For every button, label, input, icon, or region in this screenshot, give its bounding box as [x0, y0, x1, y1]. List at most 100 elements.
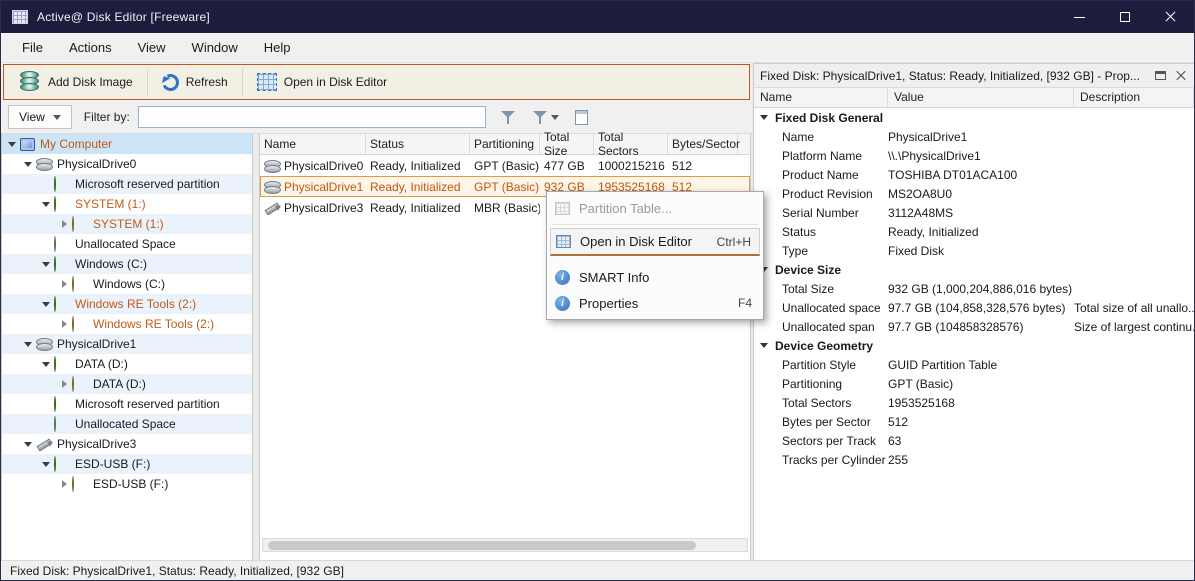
prop-row[interactable]: Unallocated span97.7 GB (104858328576)Si… — [754, 317, 1194, 336]
window-controls — [1056, 1, 1194, 33]
view-dropdown[interactable]: View — [8, 105, 72, 129]
menu-file[interactable]: File — [9, 35, 56, 60]
prop-column-value[interactable]: Value — [888, 88, 1074, 107]
prop-column-name[interactable]: Name — [754, 88, 888, 107]
prop-row[interactable]: Unallocated space97.7 GB (104,858,328,57… — [754, 298, 1194, 317]
partition-icon — [54, 256, 56, 272]
volume-icon — [72, 376, 74, 392]
expander-closed-icon[interactable] — [58, 478, 70, 490]
expander-open-icon[interactable] — [40, 458, 52, 470]
minimize-button[interactable] — [1056, 1, 1102, 33]
close-panel-button[interactable] — [1174, 69, 1188, 83]
tree-item-data-d[interactable]: DATA (D:) — [2, 354, 252, 374]
column-header-status[interactable]: Status — [366, 134, 470, 154]
horizontal-scrollbar[interactable] — [262, 538, 748, 552]
tree-item-my-computer[interactable]: My Computer — [2, 134, 252, 154]
expander-closed-icon[interactable] — [58, 318, 70, 330]
context-menu-smart-info[interactable]: SMART Info — [550, 264, 760, 290]
prop-row[interactable]: Tracks per Cylinder255 — [754, 450, 1194, 469]
close-button[interactable] — [1148, 1, 1194, 33]
tree-item-windows-re-volume[interactable]: Windows RE Tools (2:) — [2, 314, 252, 334]
expander-open-icon[interactable] — [22, 438, 34, 450]
tree-item-msr-partition[interactable]: Microsoft reserved partition — [2, 174, 252, 194]
add-disk-image-button[interactable]: Add Disk Image — [10, 68, 142, 96]
float-panel-icon[interactable] — [1155, 71, 1166, 80]
prop-row[interactable]: NamePhysicalDrive1 — [754, 127, 1194, 146]
expander-open-icon[interactable] — [22, 158, 34, 170]
horizontal-scrollbar-thumb[interactable] — [268, 541, 696, 550]
filter-options-icon — [532, 109, 548, 125]
prop-row[interactable]: StatusReady, Initialized — [754, 222, 1194, 241]
collapse-icon[interactable] — [760, 115, 768, 120]
toolbar-separator — [147, 69, 148, 95]
prop-row[interactable]: Sectors per Track63 — [754, 431, 1194, 450]
prop-group-fixed-disk-general[interactable]: Fixed Disk General — [754, 108, 1194, 127]
tree-item-physicaldrive1[interactable]: PhysicalDrive1 — [2, 334, 252, 354]
expander-open-icon[interactable] — [40, 258, 52, 270]
column-header-bytes-sector[interactable]: Bytes/Sector — [668, 134, 738, 154]
refresh-button[interactable]: Refresh — [153, 71, 237, 94]
expander-closed-icon[interactable] — [58, 378, 70, 390]
tree-item-unallocated-2[interactable]: Unallocated Space — [2, 414, 252, 434]
context-menu-open-in-disk-editor[interactable]: Open in Disk Editor Ctrl+H — [550, 228, 760, 256]
expander-open-icon[interactable] — [40, 198, 52, 210]
table-row-physicaldrive0[interactable]: PhysicalDrive0 Ready, Initialized GPT (B… — [260, 155, 750, 176]
tree-item-esd-usb[interactable]: ESD-USB (F:) — [2, 454, 252, 474]
expander-placeholder — [40, 178, 52, 190]
chevron-down-icon — [53, 115, 61, 120]
prop-row[interactable]: Serial Number3112A48MS — [754, 203, 1194, 222]
prop-row[interactable]: Product NameTOSHIBA DT01ACA100 — [754, 165, 1194, 184]
column-header-partitioning[interactable]: Partitioning — [470, 134, 540, 154]
prop-row[interactable]: Platform Name\\.\PhysicalDrive1 — [754, 146, 1194, 165]
tree-item-system[interactable]: SYSTEM (1:) — [2, 194, 252, 214]
filter-funnel-icon[interactable] — [500, 109, 516, 125]
expander-closed-icon[interactable] — [58, 218, 70, 230]
maximize-button[interactable] — [1102, 1, 1148, 33]
tree-item-windows-c-volume[interactable]: Windows (C:) — [2, 274, 252, 294]
column-header-total-sectors[interactable]: Total Sectors — [594, 134, 668, 154]
collapse-icon[interactable] — [760, 343, 768, 348]
tree-item-msr-partition-2[interactable]: Microsoft reserved partition — [2, 394, 252, 414]
prop-group-device-geometry[interactable]: Device Geometry — [754, 336, 1194, 355]
disk-drive-icon — [36, 337, 52, 351]
prop-row[interactable]: Product RevisionMS2OA8U0 — [754, 184, 1194, 203]
prop-group-device-size[interactable]: Device Size — [754, 260, 1194, 279]
filter-options-button[interactable] — [532, 109, 559, 125]
prop-row[interactable]: PartitioningGPT (Basic) — [754, 374, 1194, 393]
prop-row[interactable]: TypeFixed Disk — [754, 241, 1194, 260]
prop-row[interactable]: Bytes per Sector512 — [754, 412, 1194, 431]
tree-item-windows-c[interactable]: Windows (C:) — [2, 254, 252, 274]
tree-item-system-volume[interactable]: SYSTEM (1:) — [2, 214, 252, 234]
export-sheet-icon[interactable] — [575, 110, 588, 125]
menu-view[interactable]: View — [125, 35, 179, 60]
filter-input[interactable] — [138, 106, 486, 128]
menu-window[interactable]: Window — [179, 35, 251, 60]
expander-closed-icon[interactable] — [58, 278, 70, 290]
prop-row[interactable]: Total Sectors1953525168 — [754, 393, 1194, 412]
partition-icon — [54, 456, 56, 472]
open-disk-editor-button[interactable]: Open in Disk Editor — [248, 70, 396, 94]
expander-open-icon[interactable] — [22, 338, 34, 350]
context-menu-properties[interactable]: Properties F4 — [550, 290, 760, 316]
expander-open-icon[interactable] — [40, 298, 52, 310]
prop-column-description[interactable]: Description — [1074, 88, 1194, 107]
column-header-total-size[interactable]: Total Size — [540, 134, 594, 154]
prop-row[interactable]: Total Size932 GB (1,000,204,886,016 byte… — [754, 279, 1194, 298]
prop-row[interactable]: Partition StyleGUID Partition Table — [754, 355, 1194, 374]
tree-item-esd-usb-volume[interactable]: ESD-USB (F:) — [2, 474, 252, 494]
app-window: Active@ Disk Editor [Freeware] File Acti… — [0, 0, 1195, 581]
tree-item-windows-re[interactable]: Windows RE Tools (2:) — [2, 294, 252, 314]
menu-help[interactable]: Help — [251, 35, 304, 60]
chevron-down-icon — [551, 115, 559, 120]
tree-item-unallocated[interactable]: Unallocated Space — [2, 234, 252, 254]
minimize-icon — [1074, 17, 1085, 18]
partition-icon — [54, 396, 56, 412]
tree-item-physicaldrive3[interactable]: PhysicalDrive3 — [2, 434, 252, 454]
properties-panel: Fixed Disk: PhysicalDrive1, Status: Read… — [753, 63, 1195, 561]
column-header-name[interactable]: Name — [260, 134, 366, 154]
expander-open-icon[interactable] — [6, 138, 18, 150]
expander-open-icon[interactable] — [40, 358, 52, 370]
menu-actions[interactable]: Actions — [56, 35, 125, 60]
tree-item-data-d-volume[interactable]: DATA (D:) — [2, 374, 252, 394]
tree-item-physicaldrive0[interactable]: PhysicalDrive0 — [2, 154, 252, 174]
